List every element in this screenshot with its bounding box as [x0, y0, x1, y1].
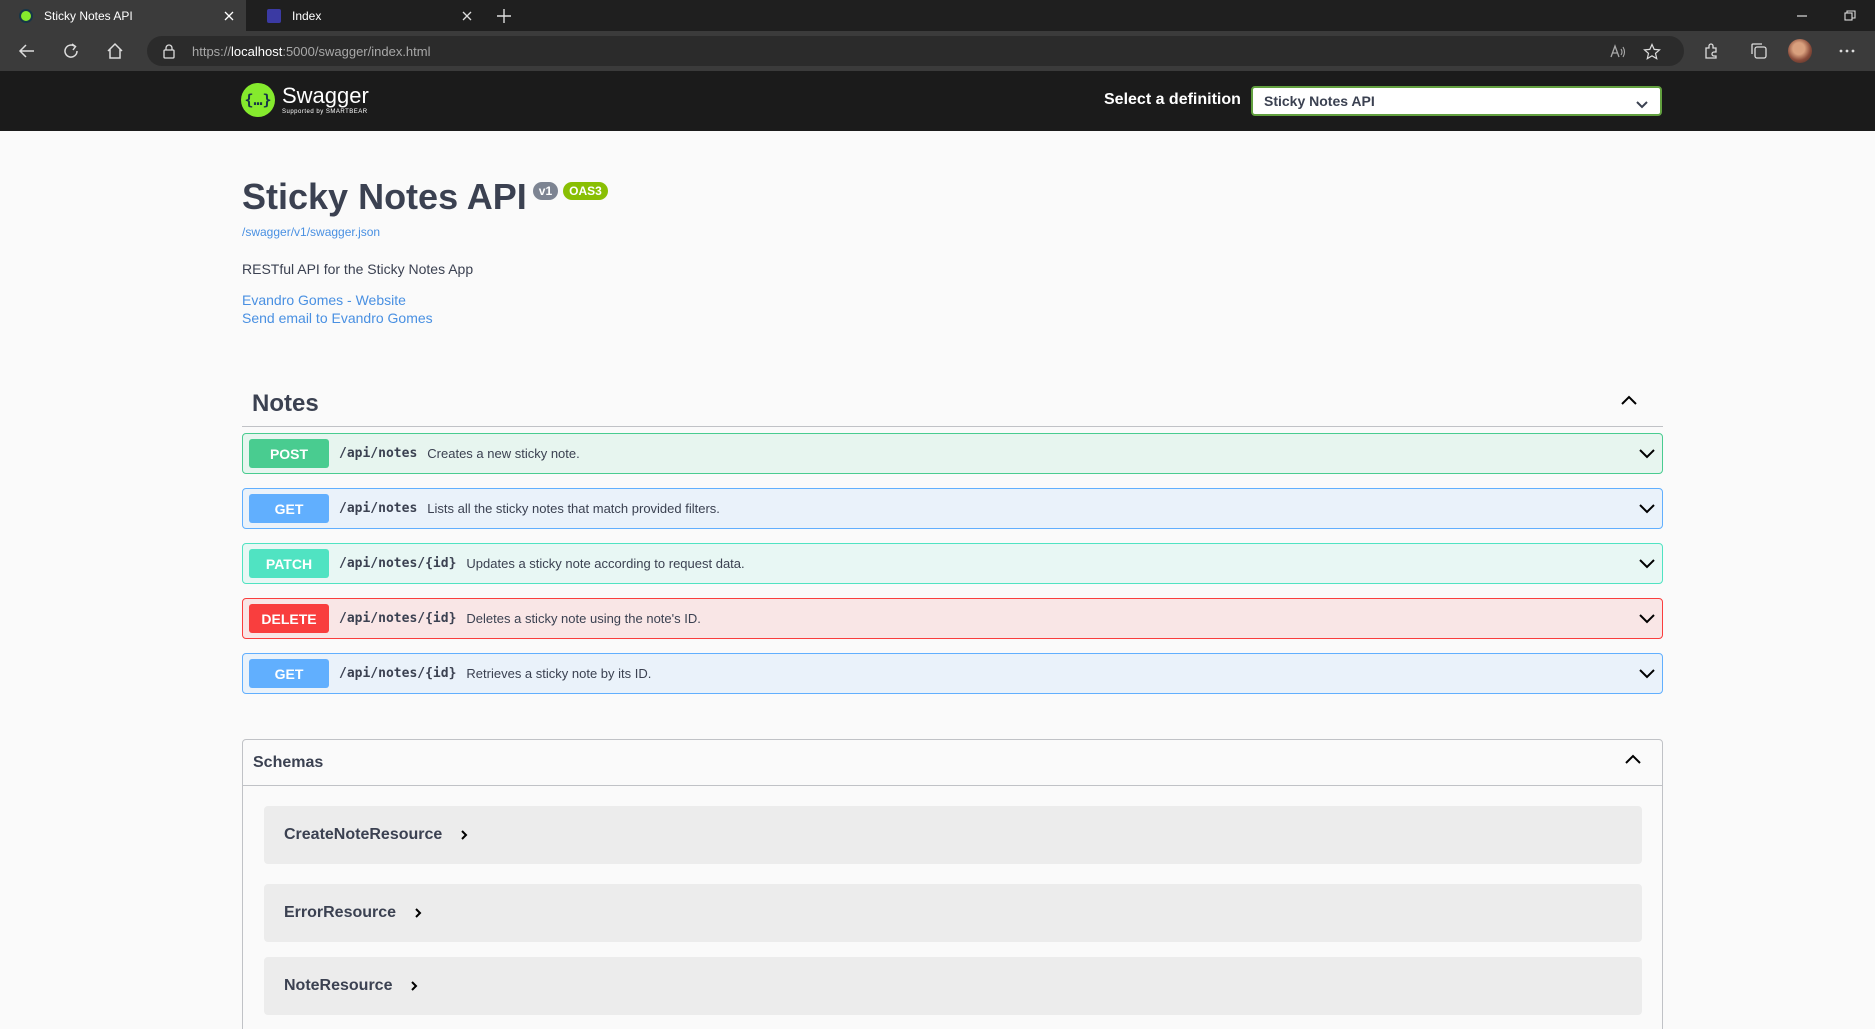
oas-badge: OAS3	[563, 182, 608, 200]
logo-sub: Supported by SMARTBEAR	[282, 109, 368, 115]
schema-model-name: NoteResource	[284, 977, 393, 994]
operation-patch-note[interactable]: PATCH /api/notes/{id} Updates a sticky n…	[242, 543, 1663, 584]
method-badge: DELETE	[249, 604, 329, 633]
method-badge: GET	[249, 494, 329, 523]
schema-model-name: ErrorResource	[284, 904, 397, 921]
spec-json-link[interactable]: /swagger/v1/swagger.json	[242, 225, 380, 239]
api-info: Sticky Notes API v1 OAS3	[242, 176, 608, 218]
restore-icon[interactable]	[1840, 6, 1860, 26]
contact-website-link[interactable]: Evandro Gomes - Website	[242, 292, 406, 308]
contact-email-link[interactable]: Send email to Evandro Gomes	[242, 310, 433, 326]
home-icon[interactable]	[104, 40, 126, 62]
method-badge: POST	[249, 439, 329, 468]
address-bar[interactable]: https://localhost:5000/swagger/index.htm…	[147, 36, 1684, 66]
read-aloud-icon[interactable]	[1609, 43, 1627, 61]
version-badge: v1	[532, 182, 559, 200]
schema-model-name: CreateNoteResource	[284, 826, 443, 843]
schemas-section: Schemas CreateNoteResource ErrorResource…	[242, 739, 1663, 1029]
collections-icon[interactable]	[1748, 40, 1770, 62]
operation-post-notes[interactable]: POST /api/notes Creates a new sticky not…	[242, 433, 1663, 474]
close-tab-icon[interactable]	[222, 9, 236, 23]
back-icon[interactable]	[16, 40, 38, 62]
chevron-up-icon[interactable]	[1620, 393, 1638, 411]
operation-path: /api/notes/{id}	[339, 556, 457, 571]
chevron-right-icon[interactable]	[410, 979, 418, 997]
operation-path: /api/notes/{id}	[339, 611, 457, 626]
tab-title: Sticky Notes API	[44, 8, 133, 23]
logo-name: Swagger	[282, 83, 369, 108]
page-title: Sticky Notes API	[242, 176, 527, 217]
close-tab-icon[interactable]	[460, 9, 474, 23]
operation-path: /api/notes	[339, 446, 418, 461]
chevron-down-icon[interactable]	[1638, 611, 1656, 630]
browser-toolbar: https://localhost:5000/swagger/index.htm…	[0, 31, 1875, 71]
operation-summary: Deletes a sticky note using the note's I…	[466, 611, 701, 626]
method-badge: PATCH	[249, 549, 329, 578]
definition-label: Select a definition	[1104, 91, 1241, 108]
operation-summary: Retrieves a sticky note by its ID.	[466, 666, 652, 681]
operation-get-note-by-id[interactable]: GET /api/notes/{id} Retrieves a sticky n…	[242, 653, 1663, 694]
swagger-favicon-icon	[19, 8, 33, 23]
profile-avatar[interactable]	[1788, 39, 1812, 63]
chevron-down-icon[interactable]	[1638, 556, 1656, 575]
method-badge: GET	[249, 659, 329, 688]
chevron-down-icon[interactable]	[1638, 446, 1656, 465]
chevron-right-icon[interactable]	[460, 828, 468, 846]
chevron-up-icon[interactable]	[1624, 752, 1642, 770]
schema-model-item[interactable]: ErrorResource	[264, 884, 1642, 942]
operation-get-notes[interactable]: GET /api/notes Lists all the sticky note…	[242, 488, 1663, 529]
operation-path: /api/notes	[339, 501, 418, 516]
definition-select[interactable]: Sticky Notes API	[1251, 86, 1662, 116]
url-text: https://localhost:5000/swagger/index.htm…	[192, 44, 431, 59]
operation-summary: Creates a new sticky note.	[427, 446, 580, 461]
swagger-logo-icon: {…}	[241, 83, 275, 117]
new-tab-icon[interactable]	[494, 6, 514, 26]
schema-model-item[interactable]: NoteResource	[264, 957, 1642, 1015]
chevron-down-icon[interactable]	[1638, 501, 1656, 520]
chevron-down-icon[interactable]	[1638, 666, 1656, 685]
refresh-icon[interactable]	[60, 40, 82, 62]
chevron-down-icon	[1636, 96, 1648, 112]
operation-path: /api/notes/{id}	[339, 666, 457, 681]
browser-tab-sticky-notes[interactable]: Sticky Notes API	[0, 0, 246, 31]
more-menu-icon[interactable]	[1836, 40, 1858, 62]
operation-summary: Lists all the sticky notes that match pr…	[427, 501, 720, 516]
definition-select-value: Sticky Notes API	[1264, 93, 1375, 109]
tab-title: Index	[292, 8, 322, 23]
minimize-icon[interactable]	[1792, 6, 1812, 26]
lock-icon[interactable]	[162, 44, 176, 64]
schema-model-item[interactable]: CreateNoteResource	[264, 806, 1642, 864]
extensions-icon[interactable]	[1700, 40, 1722, 62]
operation-delete-note[interactable]: DELETE /api/notes/{id} Deletes a sticky …	[242, 598, 1663, 639]
schemas-header[interactable]: Schemas	[243, 740, 1662, 786]
notes-tag-header[interactable]: Notes	[242, 384, 1663, 427]
schemas-title: Schemas	[253, 754, 324, 771]
api-description: RESTful API for the Sticky Notes App	[242, 261, 474, 277]
tag-name: Notes	[252, 390, 319, 417]
swagger-logo[interactable]: {…} Swagger Supported by SMARTBEAR	[241, 80, 369, 120]
chevron-right-icon[interactable]	[414, 906, 422, 924]
index-favicon-icon	[267, 8, 281, 23]
favorites-star-icon[interactable]	[1643, 43, 1661, 61]
browser-tab-index[interactable]: Index	[248, 0, 484, 31]
operation-summary: Updates a sticky note according to reque…	[466, 556, 745, 571]
swagger-topbar: {…} Swagger Supported by SMARTBEAR Selec…	[0, 71, 1875, 131]
browser-tab-bar: Sticky Notes API Index	[0, 0, 1875, 31]
